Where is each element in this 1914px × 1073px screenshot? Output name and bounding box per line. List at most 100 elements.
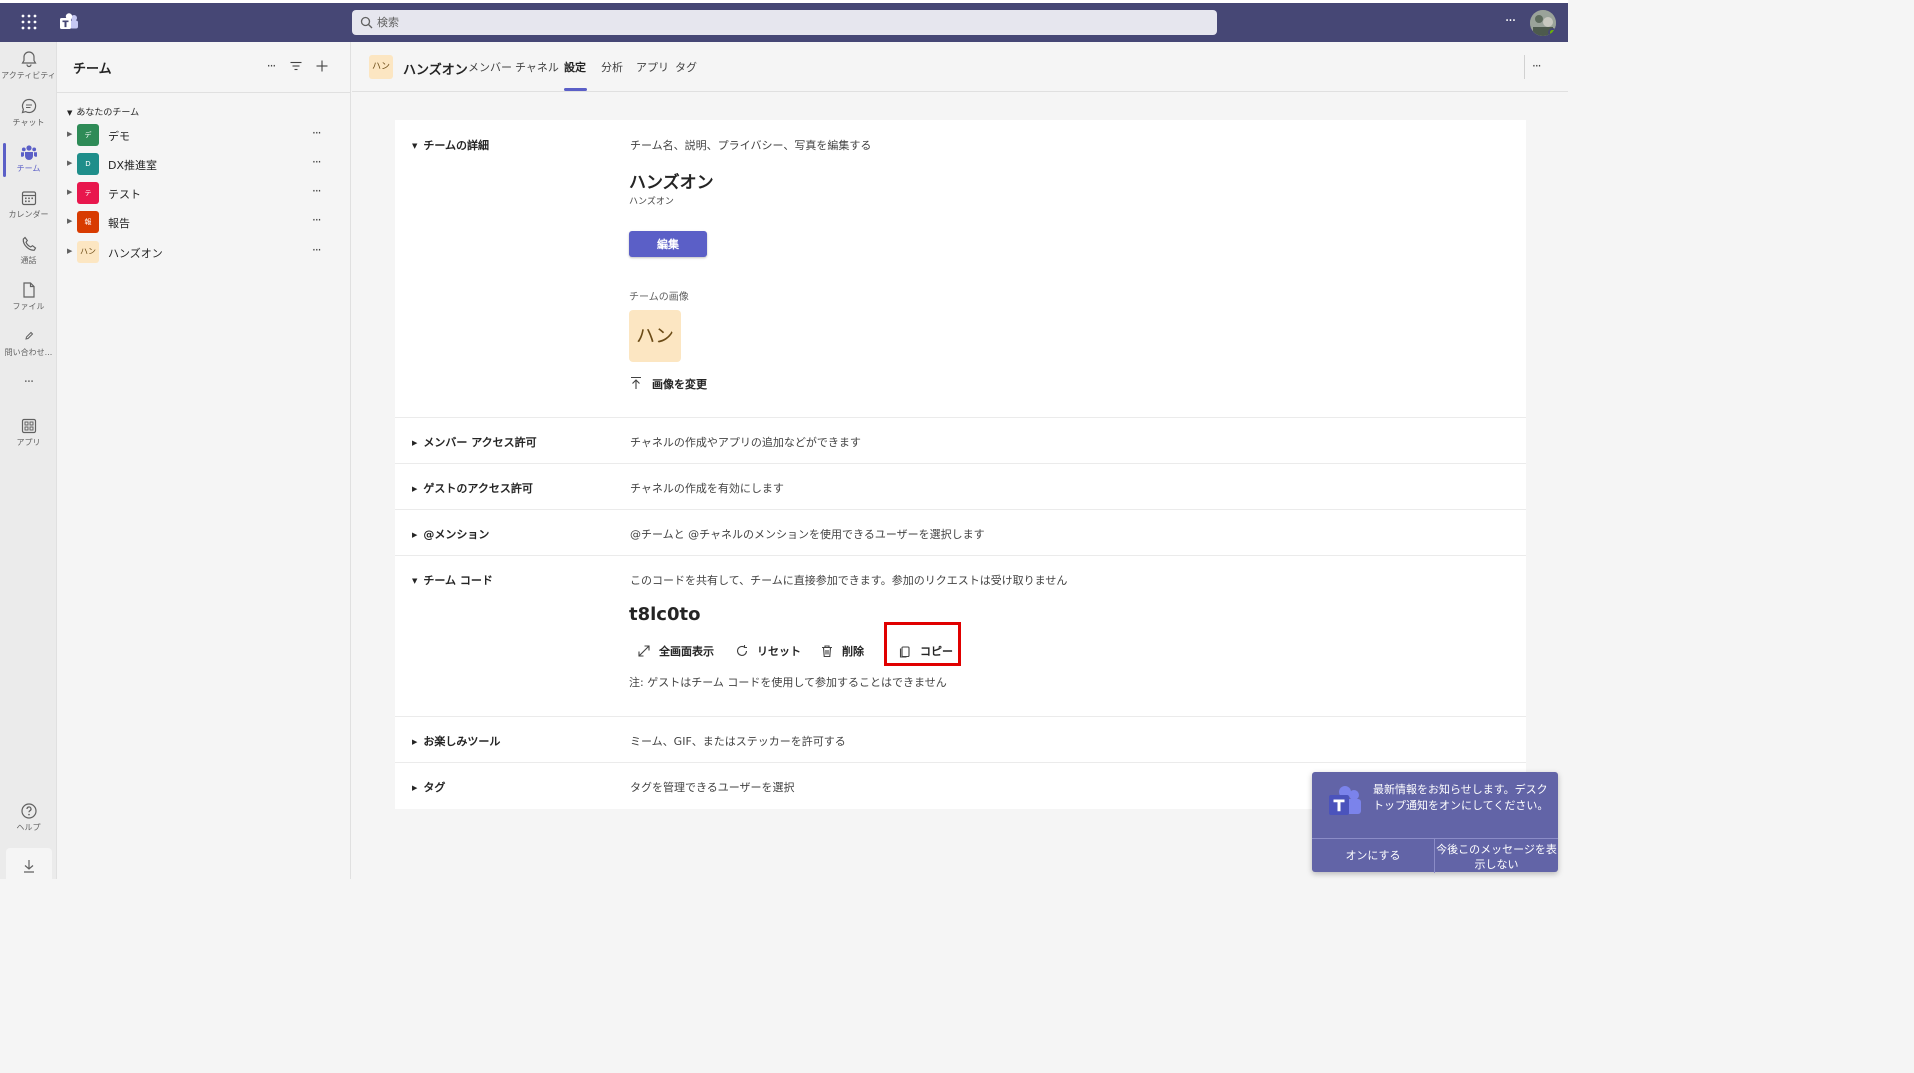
chevron-right-icon: ▶ bbox=[67, 247, 73, 255]
team-image: ハン bbox=[629, 310, 681, 362]
reset-button[interactable]: リセット bbox=[735, 642, 801, 660]
divider bbox=[1524, 55, 1525, 79]
dismiss-forever-button[interactable]: 今後このメッセージを表示しない bbox=[1434, 839, 1558, 873]
team-tile: 報 bbox=[77, 211, 99, 233]
delete-button[interactable]: 削除 bbox=[820, 642, 874, 660]
expand-icon bbox=[638, 645, 650, 657]
team-item[interactable]: ▶ ハン ハンズオン ··· bbox=[57, 238, 351, 266]
chevron-right-icon: ▶ bbox=[67, 130, 73, 138]
rail-label: チーム bbox=[16, 164, 41, 173]
section-toggle[interactable]: ▼ チーム コード bbox=[412, 572, 493, 588]
section-title: チームの詳細 bbox=[423, 139, 490, 152]
chevron-right-icon: ▶ bbox=[67, 217, 73, 225]
team-item[interactable]: ▶ D DX推進室 ··· bbox=[57, 150, 351, 178]
app-rail: アクティビティ チャット チーム カレンダー 通話 ファイル 問い合わせ... … bbox=[0, 42, 57, 884]
pen-icon bbox=[24, 331, 33, 340]
team-tile: D bbox=[77, 153, 99, 175]
section-title: @メンション bbox=[423, 528, 490, 541]
section-toggle[interactable]: ▶ ゲストのアクセス許可 bbox=[412, 480, 533, 496]
team-tile: デ bbox=[77, 124, 99, 146]
team-item[interactable]: ▶ 報 報告 ··· bbox=[57, 208, 351, 236]
chevron-right-icon: ▶ bbox=[412, 738, 418, 746]
section-team-details: ▼ チームの詳細 チーム名、説明、プライバシー、写真を編集する ハンズオン ハンズ… bbox=[395, 120, 1526, 418]
section-toggle[interactable]: ▶ お楽しみツール bbox=[412, 733, 500, 749]
rail-contact[interactable]: 問い合わせ... bbox=[0, 327, 57, 373]
tab-tags[interactable]: タグ bbox=[675, 59, 697, 75]
team-name: DX推進室 bbox=[108, 159, 158, 172]
section-team-code: ▼ チーム コード このコードを共有して、チームに直接参加できます。参加のリクエス… bbox=[395, 556, 1526, 717]
settings-card: ▼ チームの詳細 チーム名、説明、プライバシー、写真を編集する ハンズオン ハンズ… bbox=[395, 120, 1526, 809]
search-input[interactable] bbox=[377, 12, 1197, 33]
rail-label: ファイル bbox=[12, 302, 45, 311]
filter-icon[interactable] bbox=[288, 58, 304, 74]
section-toggle[interactable]: ▶ メンバー アクセス許可 bbox=[412, 434, 537, 450]
add-icon[interactable] bbox=[314, 58, 330, 74]
team-more-button[interactable]: ··· bbox=[312, 184, 322, 198]
your-teams-header[interactable]: ▼ あなたのチーム bbox=[67, 105, 139, 118]
top-bar: ··· bbox=[0, 0, 1568, 42]
divider bbox=[57, 92, 351, 93]
active-tab-indicator bbox=[564, 88, 587, 91]
team-name: 報告 bbox=[108, 217, 130, 230]
rail-teams[interactable]: チーム bbox=[0, 143, 57, 189]
delete-label: 削除 bbox=[842, 645, 864, 658]
teams-icon bbox=[20, 145, 37, 160]
tab-channels[interactable]: チャネル bbox=[515, 59, 559, 75]
section-description: チャネルの作成を有効にします bbox=[630, 482, 784, 495]
edit-button[interactable]: 編集 bbox=[629, 231, 707, 257]
team-name: ハンズオン bbox=[108, 247, 163, 260]
section-guest-access[interactable]: ▶ ゲストのアクセス許可 チャネルの作成を有効にします bbox=[395, 464, 1526, 510]
rail-label: アクティビティ bbox=[1, 71, 56, 80]
rail-activity[interactable]: アクティビティ bbox=[0, 50, 57, 96]
panel-title: チーム bbox=[73, 62, 112, 77]
team-item[interactable]: ▶ デ デモ ··· bbox=[57, 121, 351, 149]
team-more-button[interactable]: ··· bbox=[312, 243, 322, 257]
panel-more-button[interactable]: ··· bbox=[263, 58, 279, 74]
app-launcher-icon[interactable] bbox=[20, 13, 38, 31]
rail-help[interactable]: ヘルプ bbox=[0, 802, 57, 848]
rail-label: 問い合わせ... bbox=[4, 348, 53, 357]
rail-files[interactable]: ファイル bbox=[0, 281, 57, 327]
section-toggle[interactable]: ▶ タグ bbox=[412, 779, 445, 795]
section-title: タグ bbox=[423, 781, 446, 794]
section-mentions[interactable]: ▶ @メンション @チームと @チャネルのメンションを使用できるユーザーを選択しま… bbox=[395, 510, 1526, 556]
download-button[interactable] bbox=[6, 848, 52, 884]
section-description: このコードを共有して、チームに直接参加できます。参加のリクエストは受け取りません bbox=[630, 574, 1068, 587]
section-toggle[interactable]: ▶ @メンション bbox=[412, 526, 489, 542]
team-header: ハン ハンズオン メンバー チャネル 設定 分析 アプリ タグ ··· bbox=[352, 42, 1568, 92]
section-toggle[interactable]: ▼ チームの詳細 bbox=[412, 137, 489, 153]
tab-members[interactable]: メンバー bbox=[468, 59, 512, 75]
rail-calls[interactable]: 通話 bbox=[0, 235, 57, 281]
header-more-button[interactable]: ··· bbox=[1532, 59, 1542, 73]
user-avatar[interactable] bbox=[1530, 10, 1556, 36]
fullscreen-button[interactable]: 全画面表示 bbox=[637, 642, 729, 660]
section-title: お楽しみツール bbox=[423, 735, 501, 748]
team-item[interactable]: ▶ テ テスト ··· bbox=[57, 179, 351, 207]
tab-settings[interactable]: 設定 bbox=[564, 59, 586, 75]
help-icon bbox=[20, 803, 37, 819]
search-bar[interactable] bbox=[352, 10, 1217, 35]
team-more-button[interactable]: ··· bbox=[312, 213, 322, 227]
rail-more[interactable]: ··· bbox=[0, 375, 57, 399]
team-code-value: t8lc0to bbox=[629, 604, 701, 625]
section-description: @チームと @チャネルのメンションを使用できるユーザーを選択します bbox=[630, 528, 985, 541]
team-more-button[interactable]: ··· bbox=[312, 126, 322, 140]
section-description: タグを管理できるユーザーを選択 bbox=[630, 781, 795, 794]
calendar-icon bbox=[21, 191, 36, 206]
section-member-access[interactable]: ▶ メンバー アクセス許可 チャネルの作成やアプリの追加などができます bbox=[395, 418, 1526, 464]
trash-icon bbox=[822, 645, 832, 658]
chevron-right-icon: ▶ bbox=[67, 159, 73, 167]
tab-analytics[interactable]: 分析 bbox=[601, 59, 623, 75]
rail-apps[interactable]: アプリ bbox=[0, 417, 57, 463]
rail-chat[interactable]: チャット bbox=[0, 97, 57, 143]
settings-more-button[interactable]: ··· bbox=[1500, 11, 1520, 31]
tab-apps[interactable]: アプリ bbox=[636, 59, 669, 75]
enable-notifications-button[interactable]: オンにする bbox=[1312, 839, 1434, 873]
section-description: チーム名、説明、プライバシー、写真を編集する bbox=[630, 139, 872, 152]
toast-actions: オンにする 今後このメッセージを表示しない bbox=[1312, 838, 1558, 873]
chevron-right-icon: ▶ bbox=[412, 784, 418, 792]
section-fun-tools[interactable]: ▶ お楽しみツール ミーム、GIF、またはステッカーを許可する bbox=[395, 717, 1526, 763]
team-more-button[interactable]: ··· bbox=[312, 155, 322, 169]
rail-calendar[interactable]: カレンダー bbox=[0, 189, 57, 235]
bell-icon bbox=[20, 51, 37, 68]
